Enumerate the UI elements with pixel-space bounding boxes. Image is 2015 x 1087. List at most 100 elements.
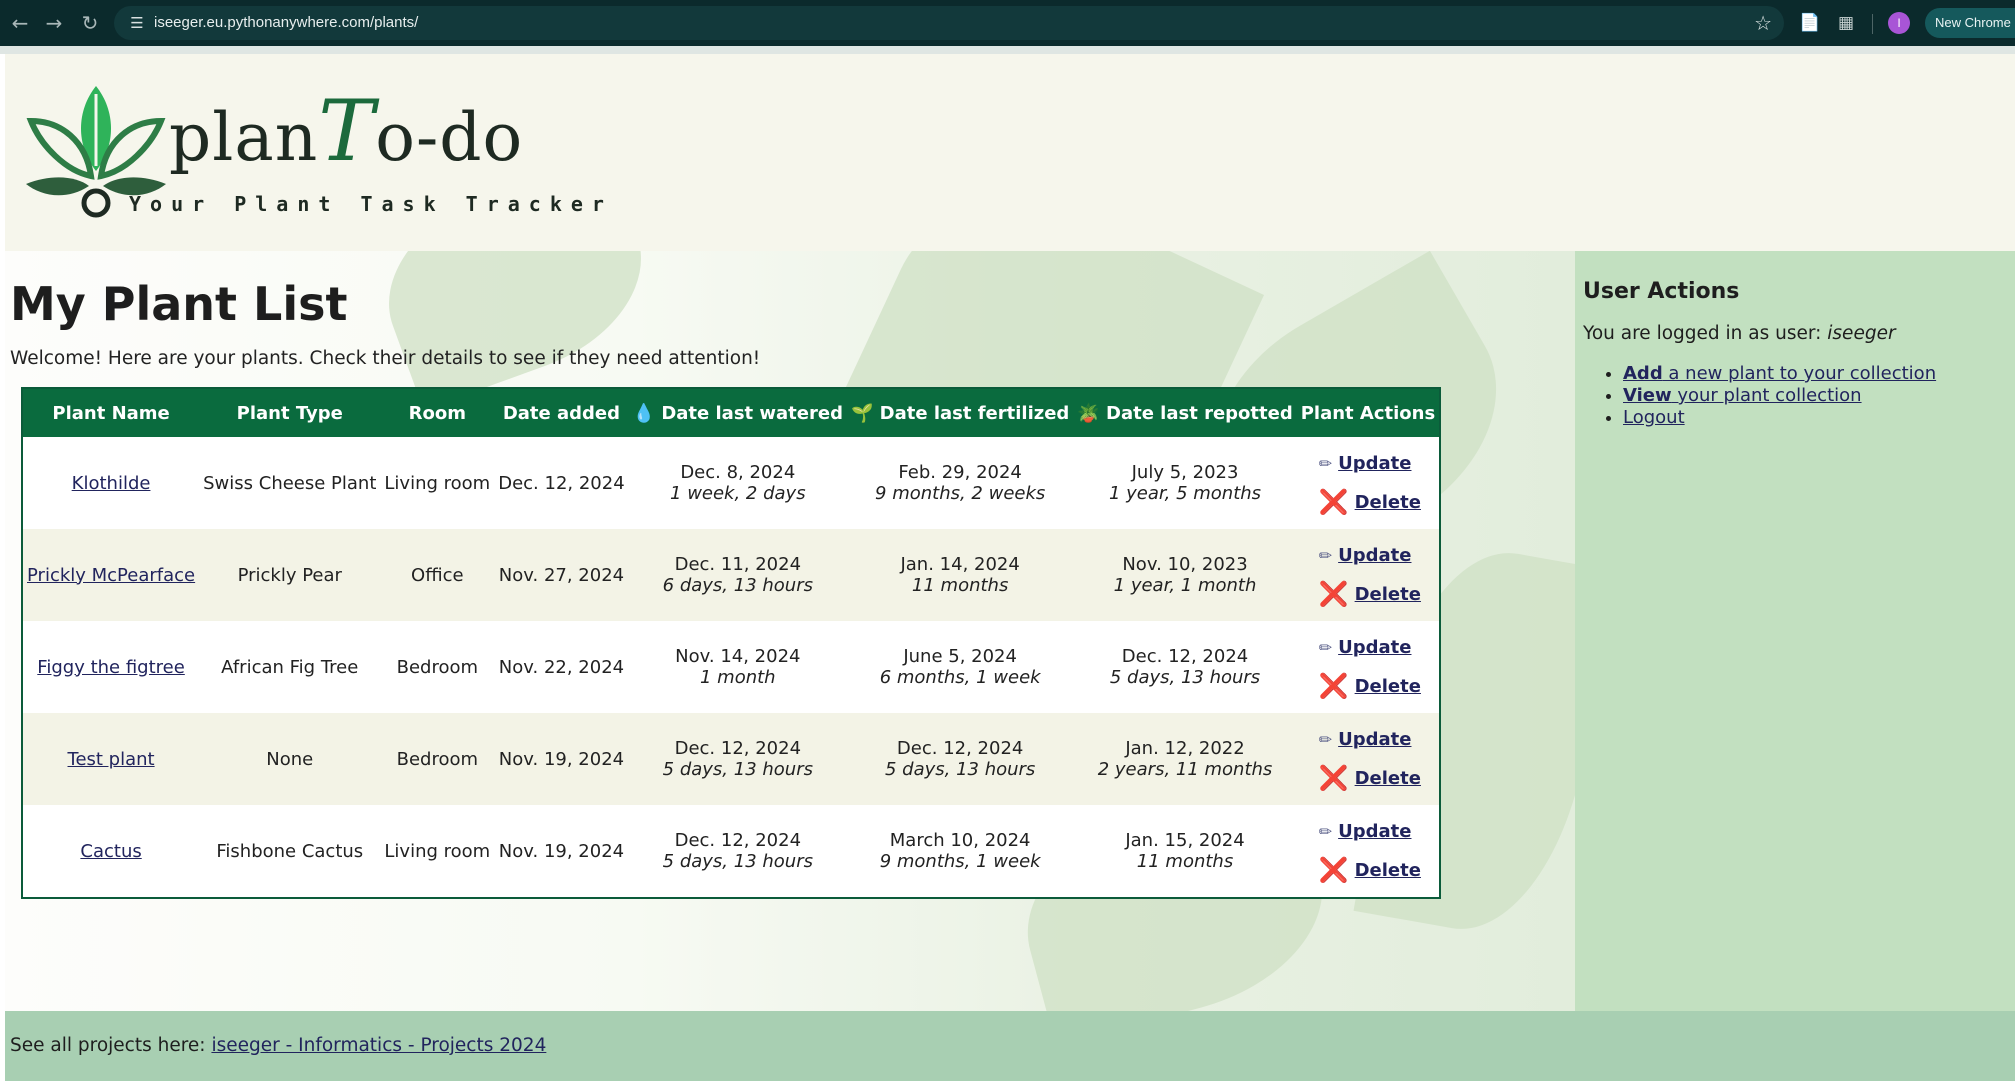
watered-cell: Dec. 11, 2024 6 days, 13 hours: [628, 529, 847, 621]
watered-date: Dec. 12, 2024: [674, 830, 802, 851]
table-row: Cactus Fishbone Cactus Living room Nov. …: [22, 805, 1441, 898]
username: iseeger: [1827, 323, 1896, 344]
update-label: Update: [1338, 821, 1412, 842]
delete-label: Delete: [1354, 860, 1421, 881]
bookmark-star-icon[interactable]: ☆: [1754, 6, 1772, 40]
url-text[interactable]: iseeger.eu.pythonanywhere.com/plants/: [154, 6, 418, 40]
pencil-icon: ✏: [1318, 454, 1333, 473]
date-added-cell: Nov. 19, 2024: [494, 713, 629, 805]
extensions-icon[interactable]: ▦: [1833, 10, 1859, 36]
back-arrow-icon[interactable]: ←: [6, 9, 34, 37]
page-title: My Plant List: [10, 277, 348, 331]
watered-date: Dec. 11, 2024: [674, 554, 802, 575]
fertilized-date: Dec. 12, 2024: [896, 738, 1024, 759]
fertilized-cell: Feb. 29, 2024 9 months, 2 weeks: [846, 437, 1074, 529]
repotted-date: Jan. 12, 2022: [1125, 738, 1245, 759]
watered-cell: Dec. 8, 2024 1 week, 2 days: [628, 437, 847, 529]
fertilized-cell: March 10, 2024 9 months, 1 week: [846, 805, 1074, 898]
column-header: Date added: [494, 388, 629, 437]
view-collection-link[interactable]: View your plant collection: [1623, 385, 1862, 406]
add-plant-link[interactable]: Add a new plant to your collection: [1623, 363, 1936, 384]
plant-name-cell: Klothilde: [22, 437, 200, 529]
watered-date: Nov. 14, 2024: [675, 646, 801, 667]
plant-name-link[interactable]: Figgy the figtree: [37, 657, 185, 678]
fertilized-ago: 9 months, 2 weeks: [875, 483, 1046, 504]
date-added-cell: Nov. 22, 2024: [494, 621, 629, 713]
plant-type-cell: None: [199, 713, 381, 805]
repotted-cell: Dec. 12, 2024 5 days, 13 hours: [1073, 621, 1297, 713]
link-rest: a new plant to your collection: [1662, 363, 1937, 384]
address-bar[interactable]: ☰ iseeger.eu.pythonanywhere.com/plants/ …: [114, 6, 1784, 40]
column-header: Plant Name: [22, 388, 200, 437]
table-row: Klothilde Swiss Cheese Plant Living room…: [22, 437, 1441, 529]
delete-link[interactable]: ❌ Delete: [1301, 490, 1435, 514]
site-settings-icon[interactable]: ☰: [126, 12, 148, 34]
delete-link[interactable]: ❌ Delete: [1301, 858, 1435, 882]
plant-name-link[interactable]: Test plant: [68, 749, 155, 770]
room-cell: Bedroom: [380, 713, 495, 805]
update-link[interactable]: ✏ Update: [1301, 729, 1435, 750]
repotted-ago: 1 year, 5 months: [1108, 483, 1262, 504]
forward-arrow-icon[interactable]: →: [40, 9, 68, 37]
column-header: 🪴 Date last repotted: [1073, 388, 1297, 437]
repotted-ago: 11 months: [1136, 851, 1234, 872]
list-item: View your plant collection: [1623, 385, 1936, 407]
pencil-icon: ✏: [1318, 638, 1333, 657]
room-cell: Office: [380, 529, 495, 621]
date-added-cell: Nov. 27, 2024: [494, 529, 629, 621]
profile-avatar[interactable]: I: [1888, 12, 1910, 34]
list-item: Logout: [1623, 407, 1936, 429]
plant-name-link[interactable]: Cactus: [80, 841, 141, 862]
cross-icon: ❌: [1318, 764, 1349, 792]
column-header: Plant Actions: [1296, 388, 1441, 437]
logo-prefix: plan: [169, 99, 319, 176]
plant-name-cell: Cactus: [22, 805, 200, 898]
plant-name-link[interactable]: Prickly McPearface: [27, 565, 195, 586]
plant-type-cell: Prickly Pear: [199, 529, 381, 621]
user-actions-list: Add a new plant to your collection View …: [1583, 363, 1936, 429]
cross-icon: ❌: [1318, 580, 1349, 608]
repotted-ago: 1 year, 1 month: [1113, 575, 1257, 596]
plant-name-cell: Figgy the figtree: [22, 621, 200, 713]
fertilized-ago: 11 months: [911, 575, 1009, 596]
delete-label: Delete: [1354, 676, 1421, 697]
site-header: planTo-do Your Plant Task Tracker: [5, 54, 2015, 251]
update-link[interactable]: ✏ Update: [1301, 545, 1435, 566]
logo-t: T: [318, 82, 376, 180]
pencil-icon: ✏: [1318, 546, 1333, 565]
plant-name-link[interactable]: Klothilde: [72, 473, 151, 494]
update-label: Update: [1338, 545, 1412, 566]
fertilized-cell: Dec. 12, 2024 5 days, 13 hours: [846, 713, 1074, 805]
delete-link[interactable]: ❌ Delete: [1301, 580, 1435, 608]
reload-icon[interactable]: ↻: [76, 9, 104, 37]
fertilized-date: Jan. 14, 2024: [900, 554, 1020, 575]
watered-cell: Nov. 14, 2024 1 month: [628, 621, 847, 713]
column-header: Plant Type: [199, 388, 381, 437]
update-link[interactable]: ✏ Update: [1301, 821, 1435, 842]
browser-toolbar: ← → ↻ ☰ iseeger.eu.pythonanywhere.com/pl…: [0, 0, 2015, 46]
repotted-date: Nov. 10, 2023: [1122, 554, 1248, 575]
watered-ago: 6 days, 13 hours: [662, 575, 813, 596]
update-link[interactable]: ✏ Update: [1301, 637, 1435, 658]
watered-date: Dec. 8, 2024: [680, 462, 796, 483]
new-chrome-button[interactable]: New Chrome: [1925, 8, 2015, 38]
watered-ago: 5 days, 13 hours: [662, 851, 813, 872]
plant-name-cell: Prickly McPearface: [22, 529, 200, 621]
delete-link[interactable]: ❌ Delete: [1301, 764, 1435, 792]
update-link[interactable]: ✏ Update: [1301, 453, 1435, 474]
repotted-cell: Nov. 10, 2023 1 year, 1 month: [1073, 529, 1297, 621]
delete-link[interactable]: ❌ Delete: [1301, 672, 1435, 700]
reading-list-icon[interactable]: 📄: [1797, 10, 1823, 36]
projects-link[interactable]: iseeger - Informatics - Projects 2024: [211, 1035, 546, 1056]
main-content: My Plant List Welcome! Here are your pla…: [5, 251, 1575, 1011]
logout-link[interactable]: Logout: [1623, 407, 1685, 428]
cross-icon: ❌: [1318, 672, 1349, 700]
column-header: 💧 Date last watered: [628, 388, 847, 437]
room-cell: Living room: [380, 805, 495, 898]
table-row: Test plant None Bedroom Nov. 19, 2024 De…: [22, 713, 1441, 805]
logged-in-prefix: You are logged in as user:: [1583, 323, 1822, 344]
delete-label: Delete: [1354, 768, 1421, 789]
delete-label: Delete: [1354, 492, 1421, 513]
watered-ago: 1 week, 2 days: [670, 483, 806, 504]
actions-cell: ✏ Update ❌ Delete: [1296, 713, 1441, 805]
